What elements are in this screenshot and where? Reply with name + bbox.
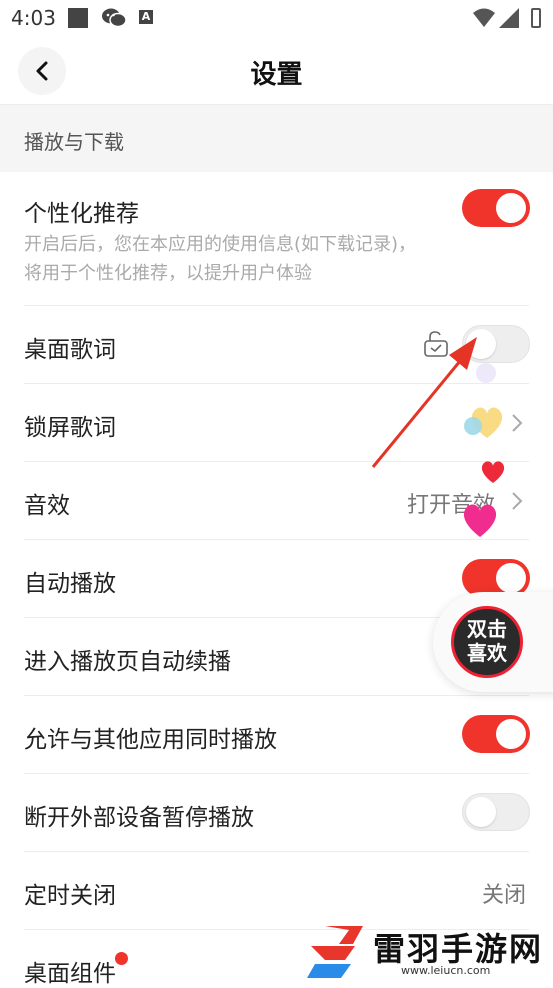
chevron-right-icon bbox=[512, 492, 523, 510]
setting-label: 定时关闭 bbox=[24, 883, 116, 909]
status-time: 4:03 bbox=[11, 6, 56, 30]
heart-icon bbox=[463, 504, 497, 537]
double-tap-like-button[interactable]: 双击 喜欢 bbox=[451, 606, 523, 678]
pause-on-disconnect-toggle[interactable] bbox=[462, 793, 530, 831]
setting-label: 自动播放 bbox=[24, 571, 116, 597]
gallery-icon bbox=[68, 8, 88, 28]
setting-label: 断开外部设备暂停播放 bbox=[24, 805, 254, 831]
setting-pause-on-disconnect: 断开外部设备暂停播放 bbox=[24, 774, 553, 851]
a-icon: A bbox=[139, 10, 153, 24]
setting-label: 进入播放页自动续播 bbox=[24, 649, 231, 675]
watermark-logo: 雷羽手游网 www.leiucn.com bbox=[305, 922, 553, 984]
signal-icon bbox=[499, 8, 519, 32]
setting-mix-play: 允许与其他应用同时播放 bbox=[24, 696, 553, 773]
setting-personalized: 个性化推荐 开启后后，您在本应用的使用信息(如下载记录)， 将用于个性化推荐，以… bbox=[24, 172, 553, 306]
setting-label: 桌面组件 bbox=[24, 961, 116, 987]
description-line: 开启后后，您在本应用的使用信息(如下载记录)， bbox=[24, 234, 417, 255]
description-line: 将用于个性化推荐，以提升用户体验 bbox=[24, 263, 312, 284]
mix-play-toggle[interactable] bbox=[462, 715, 530, 753]
setting-value: 关闭 bbox=[482, 883, 527, 908]
watermark-url: www.leiucn.com bbox=[401, 964, 491, 977]
like-label-line1: 双击 bbox=[467, 617, 507, 641]
wechat-icon bbox=[101, 7, 127, 33]
floating-like-panel: 双击 喜欢 bbox=[433, 592, 553, 692]
status-bar: 4:03 A bbox=[0, 0, 553, 38]
section-title: 播放与下载 bbox=[24, 130, 124, 154]
like-label-line2: 喜欢 bbox=[467, 641, 507, 665]
header: 设置 bbox=[0, 38, 553, 105]
lightning-logo-icon bbox=[307, 926, 363, 978]
battery-icon bbox=[531, 8, 541, 28]
setting-timer-close[interactable]: 定时关闭 关闭 bbox=[24, 852, 553, 929]
personalized-toggle[interactable] bbox=[462, 189, 530, 227]
setting-label: 锁屏歌词 bbox=[24, 415, 116, 441]
wifi-icon bbox=[473, 8, 495, 32]
setting-label: 允许与其他应用同时播放 bbox=[24, 727, 277, 753]
setting-label: 音效 bbox=[24, 493, 70, 519]
setting-label: 个性化推荐 bbox=[24, 201, 139, 227]
new-badge bbox=[115, 952, 128, 965]
page-title: 设置 bbox=[250, 60, 303, 90]
setting-label: 桌面歌词 bbox=[24, 337, 116, 363]
arrow-icon bbox=[371, 337, 477, 468]
setting-description: 开启后后，您在本应用的使用信息(如下载记录)， 将用于个性化推荐，以提升用户体验 bbox=[24, 230, 416, 288]
section-header: 播放与下载 bbox=[0, 105, 553, 172]
